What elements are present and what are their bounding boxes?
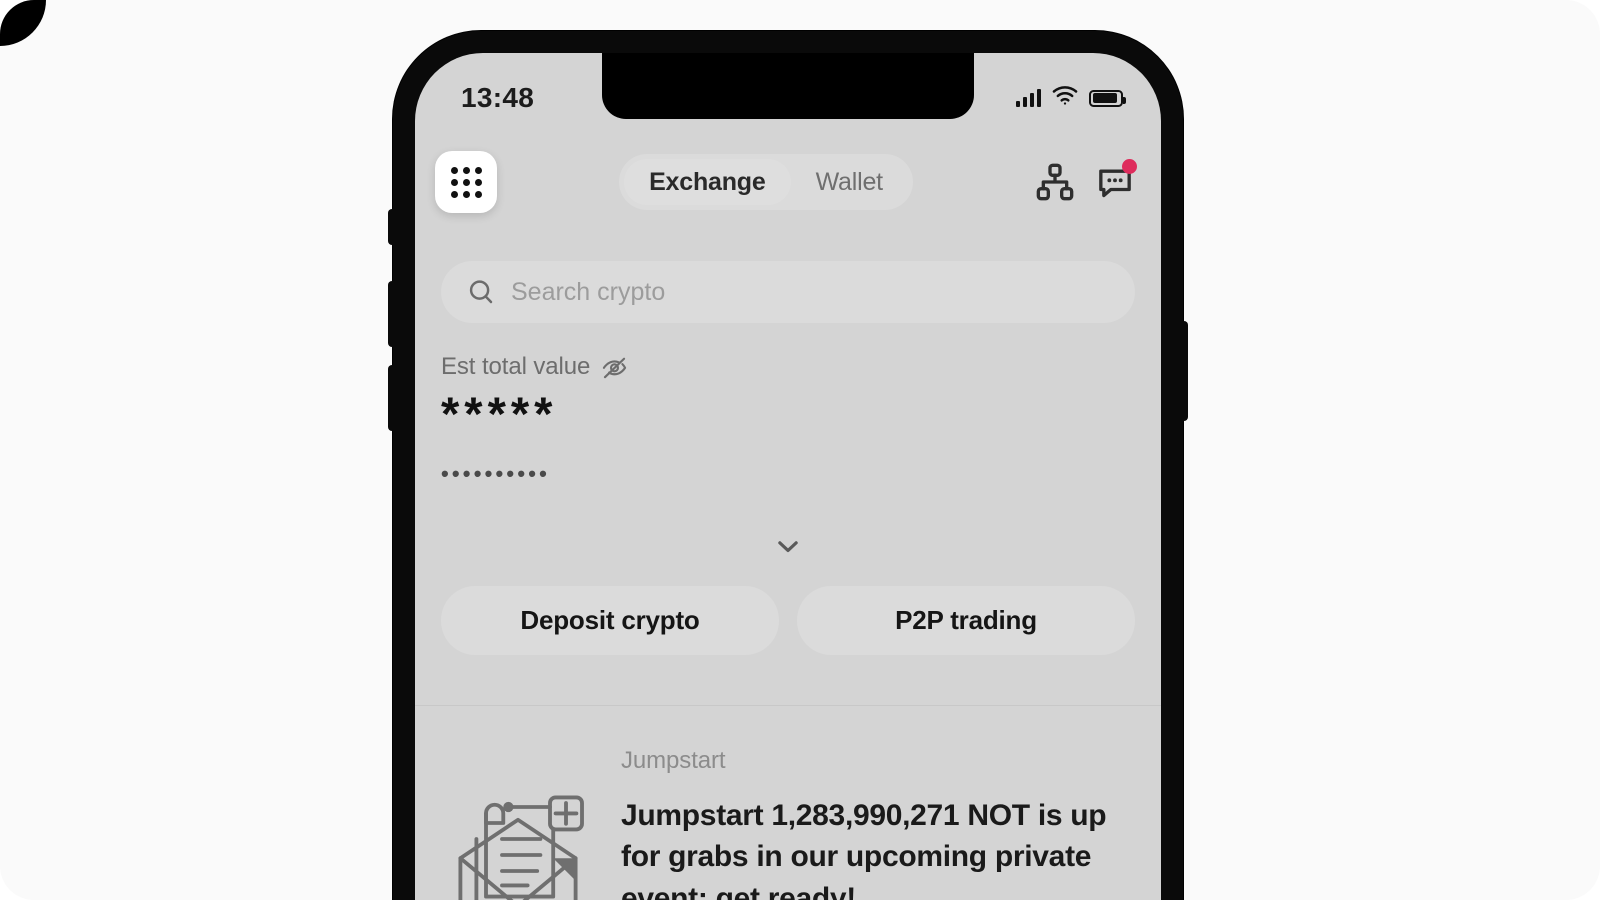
exchange-wallet-segmented-control[interactable]: Exchange Wallet <box>619 154 913 210</box>
search-icon <box>467 278 495 306</box>
balance-masked-sub-value: •••••••••• <box>441 461 551 486</box>
volume-up-button[interactable] <box>388 281 395 347</box>
screenshot-canvas: 13:48 Exchange Wallet Search crypto Est … <box>0 0 1600 900</box>
estimated-balance-block: Est total value ***** •••••••••• <box>441 353 1135 487</box>
cellular-signal-icon <box>1015 89 1041 107</box>
status-time: 13:48 <box>461 82 535 113</box>
balance-masked-value: ***** <box>441 387 558 440</box>
header-actions <box>1035 159 1137 202</box>
tab-exchange[interactable]: Exchange <box>624 159 791 205</box>
p2p-trading-button[interactable]: P2P trading <box>797 586 1135 655</box>
balance-label: Est total value <box>441 353 591 380</box>
tab-wallet[interactable]: Wallet <box>791 159 908 205</box>
wifi-icon <box>1052 86 1078 110</box>
volume-down-button[interactable] <box>388 365 395 431</box>
search-input[interactable] <box>511 277 1109 307</box>
jumpstart-title: Jumpstart 1,283,990,271 NOT is up for gr… <box>621 799 1107 900</box>
jumpstart-card[interactable]: Jumpstart Jumpstart 1,283,990,271 NOT is… <box>415 705 1161 900</box>
network-tree-icon[interactable] <box>1035 162 1075 202</box>
power-button[interactable] <box>1181 321 1188 421</box>
canvas-corner-arc <box>0 0 46 46</box>
balance-label-row: Est total value <box>441 353 1135 381</box>
search-bar[interactable] <box>441 261 1135 323</box>
expand-balance-chevron[interactable] <box>415 531 1161 561</box>
phone-notch <box>602 53 974 119</box>
quick-actions: Deposit crypto P2P trading <box>441 586 1135 655</box>
eye-off-icon[interactable] <box>601 354 628 381</box>
apps-grid-icon[interactable] <box>435 151 497 213</box>
phone-screen: 13:48 Exchange Wallet Search crypto Est … <box>415 53 1161 900</box>
chat-bubble-icon[interactable] <box>1095 159 1137 202</box>
jumpstart-kicker: Jumpstart <box>621 747 726 774</box>
phone-device-frame: 13:48 Exchange Wallet Search crypto Est … <box>388 31 1188 900</box>
newsletter-envelope-icon <box>437 775 599 900</box>
status-icons <box>1015 86 1126 110</box>
chat-notification-badge <box>1121 159 1137 174</box>
silent-switch[interactable] <box>388 209 395 245</box>
deposit-crypto-button[interactable]: Deposit crypto <box>441 586 779 655</box>
app-header: Exchange Wallet <box>415 143 1161 221</box>
battery-full-icon <box>1089 89 1126 107</box>
jumpstart-body: Jumpstart Jumpstart 1,283,990,271 NOT is… <box>621 745 1139 900</box>
